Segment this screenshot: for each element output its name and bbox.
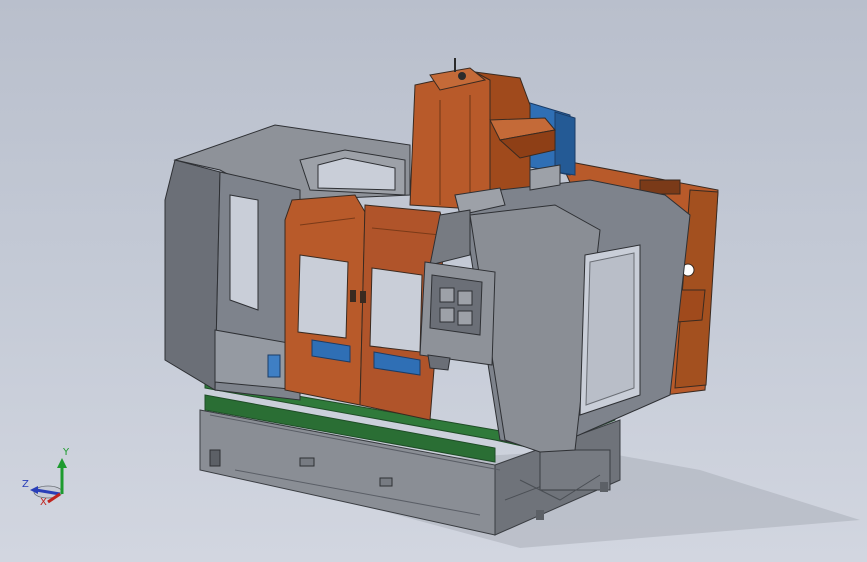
z-axis-label: Z <box>22 479 29 490</box>
cad-viewport[interactable]: Y Z X <box>0 0 867 562</box>
y-axis-label: Y <box>62 447 70 458</box>
machine-model[interactable]: Y Z X <box>0 0 867 562</box>
x-axis-label: X <box>40 497 47 508</box>
y-axis-arrowhead <box>57 458 67 468</box>
front-doors <box>284 194 446 421</box>
coordinate-triad: Y Z X <box>22 447 70 508</box>
